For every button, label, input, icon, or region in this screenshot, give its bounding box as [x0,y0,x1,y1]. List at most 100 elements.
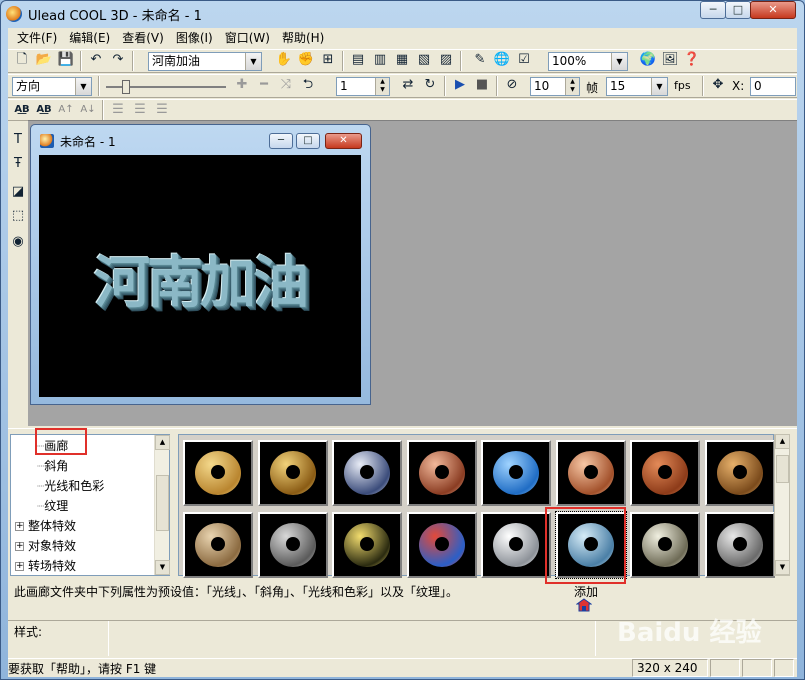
doc-maximize-button[interactable]: □ [296,133,320,149]
globe-icon[interactable]: 🌐 [492,50,512,70]
gallery-thumb-bronze-tile-ring[interactable] [705,440,775,506]
edit-text-icon[interactable]: Ŧ [8,154,28,174]
context-help-icon[interactable]: ❓ [682,50,702,70]
effects-off-icon[interactable]: ⊘ [502,75,522,95]
layout-1-icon[interactable]: ▤ [348,50,368,70]
doc-close-button[interactable]: ✕ [325,133,362,149]
web-export-icon[interactable]: 🌍 [638,50,658,70]
expand-plus-icon[interactable]: + [15,522,24,531]
new-file-icon[interactable]: 🗋 [12,50,32,70]
scroll-thumb[interactable] [776,455,789,483]
gallery-thumb-riveted-steel-ring[interactable] [705,512,775,578]
undo-icon[interactable]: ↶ [86,50,106,70]
app-icon[interactable] [6,6,22,22]
add-key-icon[interactable]: ✚ [232,75,252,95]
object-properties-icon[interactable]: ◉ [8,232,28,252]
object-icon[interactable]: ✎ [470,50,490,70]
expand-plus-icon[interactable]: + [15,542,24,551]
3d-title-text[interactable]: 河南加油 [39,238,361,319]
add-to-gallery-icon[interactable] [575,598,593,612]
total-frames-spinner[interactable]: 10 ▲ ▼ [530,77,580,96]
maximize-button[interactable]: □ [725,1,751,19]
check-box-icon[interactable]: ☑ [514,50,534,70]
layout-3-icon[interactable]: ▦ [392,50,412,70]
gallery-thumb-perforated-steel-ring[interactable] [258,512,328,578]
play-icon[interactable]: ▶ [450,75,470,95]
gallery-scrollbar[interactable]: ▲ ▼ [774,434,790,576]
chevron-down-icon[interactable]: ▼ [75,78,91,95]
menu-file[interactable]: 文件(F) [11,29,63,47]
text-spacing-wide-icon[interactable]: A͟B [34,100,54,120]
gallery-thumb-stone-ring[interactable] [183,512,253,578]
menu-edit[interactable]: 编辑(E) [63,29,116,47]
direction-combo[interactable]: 方向 ▼ [12,77,92,96]
tree-item-texture[interactable]: ┈纹理 [37,497,68,515]
text-size-down-icon[interactable]: A↓ [78,100,98,120]
gallery-thumb-brick-ring[interactable] [630,440,700,506]
loop-icon[interactable]: ⇄ [398,75,418,95]
layout-5-icon[interactable]: ▨ [436,50,456,70]
gallery-thumb-gold-shiny-ring[interactable] [258,440,328,506]
align-left-icon[interactable]: ☰ [108,100,128,120]
close-button[interactable]: ✕ [750,1,796,19]
align-right-icon[interactable]: ☰ [152,100,172,120]
menu-window[interactable]: 窗口(W) [219,29,276,47]
text-object-combo[interactable]: 河南加油 ▼ [148,52,262,71]
x-position-input[interactable]: 0 [750,77,796,96]
chevron-down-icon[interactable]: ▼ [611,53,627,70]
expand-plus-icon[interactable]: + [15,562,24,571]
reverse-icon[interactable]: ⮌ [298,75,318,95]
gallery-thumb-rose-metal-ring[interactable] [556,440,626,506]
chevron-down-icon[interactable]: ▼ [651,78,667,95]
scroll-up-icon[interactable]: ▲ [775,434,790,449]
rotate-hand-icon[interactable]: ✊ [296,50,316,70]
image-export-icon[interactable]: 🖼 [660,50,680,70]
gallery-thumb-gold-ring[interactable] [183,440,253,506]
tree-item-bevel[interactable]: ┈斜角 [37,457,68,475]
fit-zoom-icon[interactable]: ⊞ [318,50,338,70]
spin-arrows-icon[interactable]: ▲ ▼ [565,78,579,95]
tree-group-global-fx[interactable]: + 整体特效 [15,517,76,535]
align-center-icon[interactable]: ☰ [130,100,150,120]
insert-graphic-icon[interactable]: ◪ [8,182,28,202]
menu-view[interactable]: 查看(V) [116,29,170,47]
scroll-up-icon[interactable]: ▲ [155,435,170,450]
gallery-thumb-stained-glass-ring[interactable] [407,512,477,578]
slider-thumb[interactable] [122,80,130,94]
layout-4-icon[interactable]: ▧ [414,50,434,70]
pingpong-icon[interactable]: ↻ [420,75,440,95]
position-tool-icon[interactable]: ✥ [708,75,728,95]
menu-image[interactable]: 图像(I) [170,29,219,47]
minimize-button[interactable]: ─ [700,1,726,19]
gallery-thumb-chrome-dark-ring[interactable] [332,440,402,506]
zoom-combo[interactable]: 100% ▼ [548,52,628,71]
frame-spinner[interactable]: 1 ▲ ▼ [336,77,390,96]
gallery-thumb-blue-marble-ring[interactable] [481,440,551,506]
chevron-down-icon[interactable]: ▼ [245,53,261,70]
scroll-down-icon[interactable]: ▼ [155,560,170,575]
text-spacing-icon[interactable]: A͟B [12,100,32,120]
gallery-thumb-copper-ring[interactable] [407,440,477,506]
tree-group-transition-fx[interactable]: + 转场特效 [15,557,76,575]
spin-arrows-icon[interactable]: ▲ ▼ [375,78,389,95]
remove-key-icon[interactable]: ━ [254,75,274,95]
text-size-up-icon[interactable]: A↑ [56,100,76,120]
hand-pan-icon[interactable]: ✋ [274,50,294,70]
tree-group-object-fx[interactable]: + 对象特效 [15,537,76,555]
split-key-icon[interactable]: ⤨ [276,75,296,95]
doc-minimize-button[interactable]: ─ [269,133,293,149]
layout-2-icon[interactable]: ▥ [370,50,390,70]
scroll-thumb[interactable] [156,475,169,531]
select-object-icon[interactable]: ⬚ [8,206,28,226]
timeline-slider[interactable] [106,78,226,95]
gallery-thumb-silver-gold-ring[interactable] [630,512,700,578]
gallery-thumb-white-plastic-ring[interactable] [481,512,551,578]
fps-combo[interactable]: 15 ▼ [606,77,668,96]
scroll-down-icon[interactable]: ▼ [775,560,790,575]
tree-item-light-color[interactable]: ┈光线和色彩 [37,477,104,495]
open-folder-icon[interactable]: 📂 [34,50,54,70]
stop-icon[interactable]: ■ [472,75,492,95]
tree-scrollbar[interactable]: ▲ ▼ [154,435,170,575]
gallery-thumb-leopard-ring[interactable] [332,512,402,578]
insert-text-icon[interactable]: T [8,130,28,150]
